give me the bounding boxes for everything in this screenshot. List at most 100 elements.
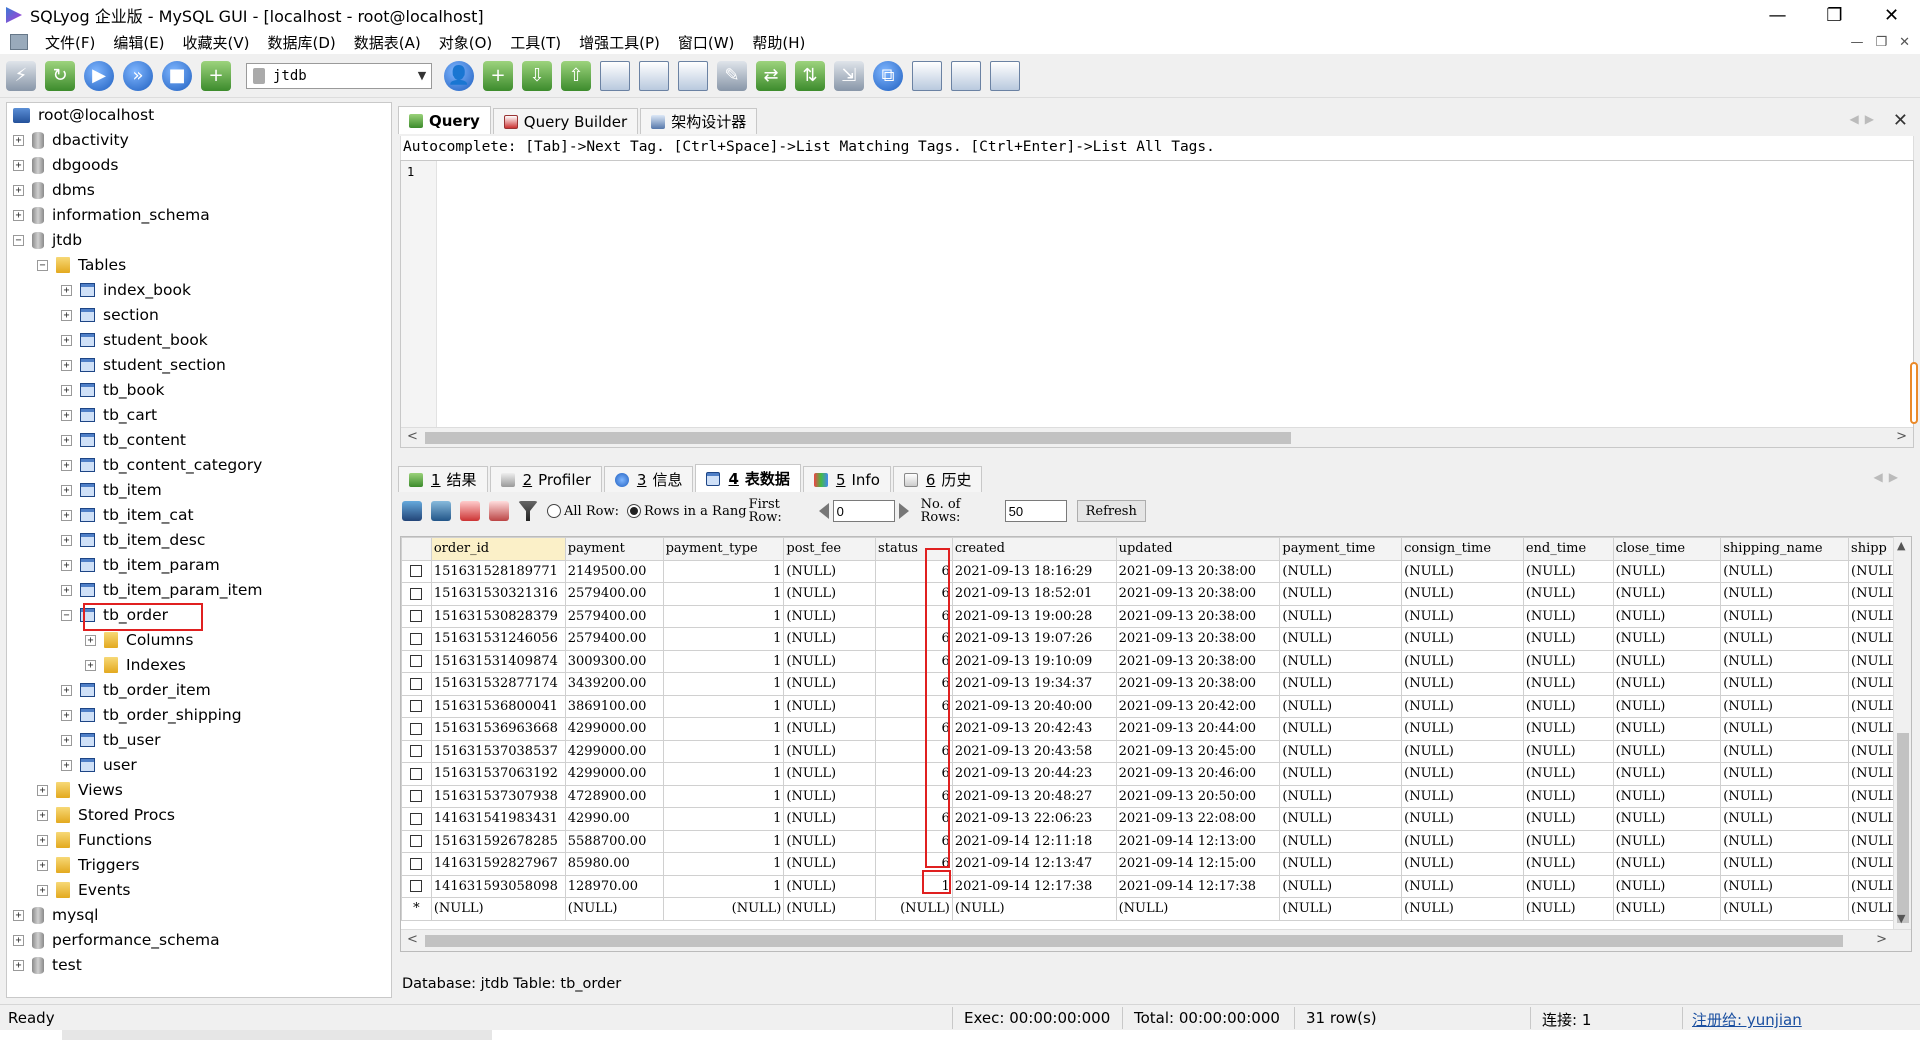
cell-consign-time[interactable]: (NULL): [1401, 582, 1524, 606]
cell-close-time[interactable]: (NULL): [1612, 694, 1722, 718]
cell-consign-time[interactable]: (NULL): [1401, 852, 1524, 876]
row-select-cell[interactable]: [401, 694, 432, 718]
cell-close-time[interactable]: (NULL): [1612, 739, 1722, 763]
row-checkbox[interactable]: [410, 587, 423, 600]
tab-query-builder[interactable]: Query Builder: [492, 108, 639, 134]
cell-updated[interactable]: 2021-09-13 20:38:00: [1115, 604, 1281, 628]
mdi-minimize-icon[interactable]: —: [1850, 35, 1863, 50]
column-header-consign-time[interactable]: consign_time: [1401, 537, 1524, 561]
tree-item-tb-item[interactable]: + tb_item: [61, 480, 162, 500]
cell-created[interactable]: 2021-09-13 18:16:29: [951, 559, 1117, 583]
cell-payment[interactable]: 2579400.00: [564, 627, 664, 651]
cell-post-fee[interactable]: (NULL): [783, 604, 877, 628]
collapse-icon[interactable]: −: [13, 234, 24, 246]
grid-vertical-scrollbar[interactable]: ▲ ▼: [1893, 537, 1911, 951]
expand-icon[interactable]: +: [85, 634, 96, 646]
cell-updated[interactable]: 2021-09-13 20:50:00: [1115, 784, 1281, 808]
cell-created[interactable]: 2021-09-13 19:00:28: [951, 604, 1117, 628]
cell-post-fee[interactable]: (NULL): [783, 627, 877, 651]
cell-updated[interactable]: 2021-09-13 20:44:00: [1115, 717, 1281, 741]
table-row[interactable]: 151631537307938 4728900.00 1 (NULL) 6 2021-09…: [401, 784, 1911, 808]
cell-created[interactable]: 2021-09-13 18:52:01: [951, 582, 1117, 606]
cell-payment[interactable]: 42990.00: [564, 807, 664, 831]
cell-payment[interactable]: 3009300.00: [564, 649, 664, 673]
cell-shipping-name[interactable]: (NULL): [1720, 784, 1850, 808]
expand-icon[interactable]: +: [37, 834, 48, 846]
mdi-window-icon[interactable]: [10, 34, 28, 50]
cell-payment-time[interactable]: (NULL): [1279, 807, 1403, 831]
cell-end-time[interactable]: (NULL): [1522, 762, 1614, 786]
cell-updated[interactable]: 2021-09-13 22:08:00: [1115, 807, 1281, 831]
grid-corner-cell[interactable]: [401, 537, 432, 561]
cell-consign-time[interactable]: (NULL): [1401, 649, 1524, 673]
cell-end-time[interactable]: (NULL): [1522, 649, 1614, 673]
cell-created[interactable]: 2021-09-14 12:17:38: [951, 874, 1117, 898]
expand-icon[interactable]: +: [13, 909, 24, 921]
row-checkbox[interactable]: [410, 790, 423, 803]
grid-horizontal-scrollbar[interactable]: < >: [401, 929, 1911, 951]
tree-item-columns[interactable]: + Columns: [85, 630, 193, 650]
cell-payment-type[interactable]: 1: [662, 649, 785, 673]
expand-icon[interactable]: +: [13, 159, 24, 171]
all-rows-radio[interactable]: [547, 504, 561, 518]
cell-payment-time[interactable]: (NULL): [1279, 694, 1403, 718]
menu-help[interactable]: 帮助(H): [743, 32, 814, 53]
table-row[interactable]: 141631593058098 128970.00 1 (NULL) 1 2021-09-…: [401, 874, 1911, 898]
cell-payment[interactable]: 2579400.00: [564, 604, 664, 628]
tree-item-test[interactable]: + test: [13, 955, 82, 975]
new-connection-icon[interactable]: ⚡: [6, 60, 36, 91]
cell-payment[interactable]: 4299000.00: [564, 717, 664, 741]
cell-payment[interactable]: 4728900.00: [564, 784, 664, 808]
expand-icon[interactable]: +: [61, 759, 72, 771]
table-row[interactable]: 151631531409874 3009300.00 1 (NULL) 6 2021-09…: [401, 649, 1911, 673]
filter-icon[interactable]: [518, 501, 538, 521]
cell-order-id[interactable]: 151631531246056: [430, 627, 566, 651]
tree-item-stored-procs[interactable]: + Stored Procs: [37, 805, 175, 825]
tree-item-tb-item-param-item[interactable]: + tb_item_param_item: [61, 580, 263, 600]
cell-payment-type[interactable]: 1: [662, 627, 785, 651]
tab-query[interactable]: Query: [398, 106, 491, 134]
tree-item-tb-user[interactable]: + tb_user: [61, 730, 160, 750]
tree-item-triggers[interactable]: + Triggers: [37, 855, 140, 875]
menu-table[interactable]: 数据表(A): [345, 32, 430, 53]
cell-created[interactable]: 2021-09-14 12:11:18: [951, 829, 1117, 853]
tab-scroll-arrows[interactable]: ◀▶: [1850, 112, 1880, 126]
menu-file[interactable]: 文件(F): [36, 32, 104, 53]
row-checkbox[interactable]: [410, 565, 423, 578]
cell-consign-time[interactable]: (NULL): [1401, 784, 1524, 808]
cell-consign-time[interactable]: (NULL): [1401, 559, 1524, 583]
cell-end-time[interactable]: (NULL): [1522, 717, 1614, 741]
table-row[interactable]: 151631592678285 5588700.00 1 (NULL) 6 2021-09…: [401, 829, 1911, 853]
cell-close-time[interactable]: (NULL): [1612, 807, 1722, 831]
expand-icon[interactable]: +: [13, 959, 24, 971]
row-select-cell[interactable]: [401, 559, 432, 583]
expand-icon[interactable]: +: [37, 859, 48, 871]
cell-payment-time[interactable]: (NULL): [1279, 649, 1403, 673]
cell-updated[interactable]: 2021-09-13 20:45:00: [1115, 739, 1281, 763]
expand-icon[interactable]: +: [13, 184, 24, 196]
cell-close-time[interactable]: (NULL): [1612, 874, 1722, 898]
row-select-cell[interactable]: [401, 627, 432, 651]
cell-order-id[interactable]: 151631537307938: [430, 784, 566, 808]
cell-shipping-name[interactable]: (NULL): [1720, 762, 1850, 786]
tab-history[interactable]: 6 历史: [892, 466, 983, 492]
column-header-order-id[interactable]: order_id: [430, 537, 566, 561]
cell-payment-type[interactable]: 1: [662, 604, 785, 628]
vertical-splitter[interactable]: [392, 98, 400, 1000]
expand-icon[interactable]: +: [61, 359, 72, 371]
cell-post-fee[interactable]: (NULL): [783, 559, 877, 583]
cell-payment-time[interactable]: (NULL): [1279, 717, 1403, 741]
cell-end-time[interactable]: (NULL): [1522, 739, 1614, 763]
tab-messages[interactable]: 3 信息: [603, 466, 694, 492]
cell-created[interactable]: 2021-09-13 19:10:09: [951, 649, 1117, 673]
table-row[interactable]: 151631528189771 2149500.00 1 (NULL) 6 2021-09…: [401, 559, 1911, 583]
sql-editor[interactable]: 1 < >: [400, 160, 1914, 448]
expand-icon[interactable]: +: [61, 409, 72, 421]
stop-query-icon[interactable]: ■: [162, 60, 192, 91]
cell-order-id[interactable]: 151631531409874: [430, 649, 566, 673]
cell-updated[interactable]: 2021-09-13 20:38:00: [1115, 672, 1281, 696]
cell-post-fee[interactable]: (NULL): [783, 694, 877, 718]
cell-payment-type[interactable]: 1: [662, 672, 785, 696]
tree-item-dbactivity[interactable]: + dbactivity: [13, 130, 129, 150]
tree-item-student-section[interactable]: + student_section: [61, 355, 226, 375]
